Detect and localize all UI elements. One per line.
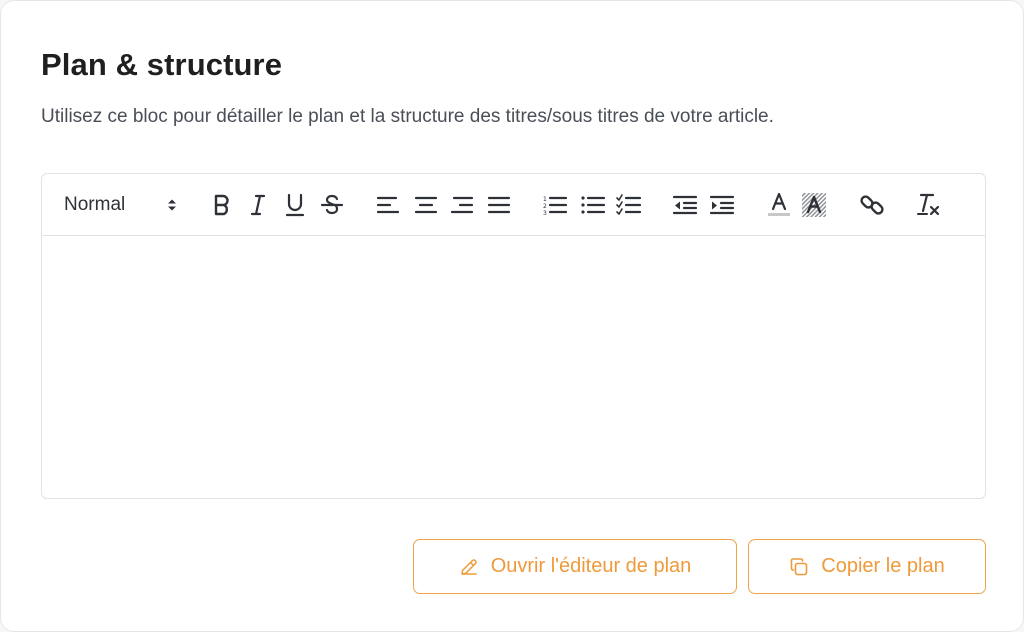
highlight-button[interactable] bbox=[799, 190, 829, 220]
check-list-icon bbox=[616, 194, 642, 215]
strike-button[interactable] bbox=[317, 190, 347, 220]
italic-button[interactable] bbox=[243, 190, 273, 220]
open-plan-editor-label: Ouvrir l'éditeur de plan bbox=[490, 555, 692, 577]
svg-text:2: 2 bbox=[543, 203, 547, 210]
link-button[interactable] bbox=[857, 190, 887, 220]
align-center-icon bbox=[414, 196, 438, 214]
indent-icon bbox=[709, 195, 735, 215]
svg-text:3: 3 bbox=[543, 210, 547, 216]
underline-button[interactable] bbox=[280, 190, 310, 220]
clear-format-icon bbox=[917, 193, 940, 216]
copy-plan-label: Copier le plan bbox=[821, 555, 945, 577]
rich-text-editor: Normal 1 2 3 bbox=[41, 173, 986, 499]
text-color-button[interactable] bbox=[764, 190, 794, 220]
bold-icon bbox=[214, 194, 229, 216]
copy-plan-button[interactable]: Copier le plan bbox=[748, 539, 986, 594]
text-color-icon bbox=[768, 192, 790, 216]
outdent-icon bbox=[672, 195, 698, 215]
align-right-icon bbox=[450, 196, 474, 214]
pencil-icon bbox=[460, 558, 477, 575]
align-left-icon bbox=[376, 196, 400, 214]
section-title: Plan & structure bbox=[41, 47, 283, 82]
clear-format-button[interactable] bbox=[913, 190, 943, 220]
bold-button[interactable] bbox=[207, 190, 237, 220]
copy-icon bbox=[790, 557, 808, 575]
heading-select-value: Normal bbox=[64, 194, 126, 215]
bullet-list-icon bbox=[581, 196, 606, 214]
editor-content-area[interactable] bbox=[42, 236, 985, 498]
align-justify-button[interactable] bbox=[484, 190, 514, 220]
ordered-list-icon: 1 2 3 bbox=[543, 196, 568, 216]
svg-text:1: 1 bbox=[543, 196, 547, 203]
link-icon bbox=[860, 195, 884, 215]
bullet-list-button[interactable] bbox=[578, 190, 608, 220]
italic-icon bbox=[250, 194, 266, 216]
ordered-list-button[interactable]: 1 2 3 bbox=[540, 190, 570, 220]
underline-icon bbox=[285, 193, 305, 217]
align-justify-icon bbox=[487, 196, 511, 214]
indent-button[interactable] bbox=[707, 190, 737, 220]
outdent-button[interactable] bbox=[670, 190, 700, 220]
plan-structure-card: Plan & structure Utilisez ce bloc pour d… bbox=[0, 0, 1024, 632]
select-arrows-icon bbox=[168, 199, 176, 211]
open-plan-editor-button[interactable]: Ouvrir l'éditeur de plan bbox=[413, 539, 737, 594]
heading-select[interactable]: Normal bbox=[64, 190, 178, 220]
align-center-button[interactable] bbox=[411, 190, 441, 220]
align-right-button[interactable] bbox=[447, 190, 477, 220]
strike-icon bbox=[320, 194, 344, 215]
section-description: Utilisez ce bloc pour détailler le plan … bbox=[41, 106, 774, 127]
align-left-button[interactable] bbox=[373, 190, 403, 220]
editor-toolbar: Normal 1 2 3 bbox=[42, 174, 985, 236]
highlight-icon bbox=[802, 193, 826, 217]
check-list-button[interactable] bbox=[614, 190, 644, 220]
